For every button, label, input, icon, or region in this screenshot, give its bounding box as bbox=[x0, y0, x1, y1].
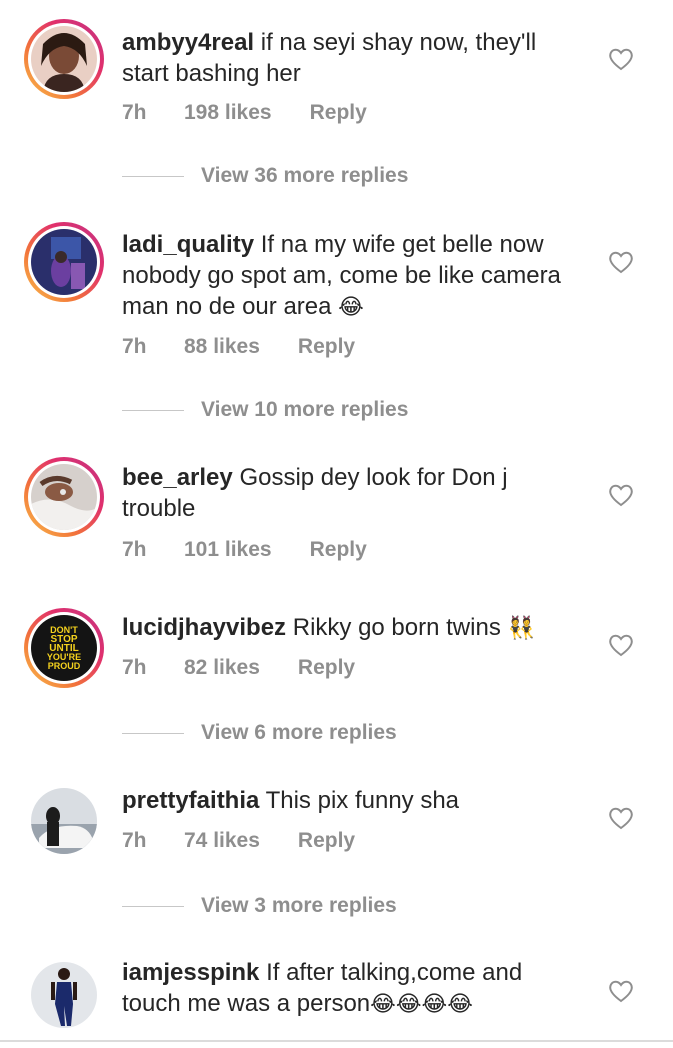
profile-photo-icon bbox=[31, 788, 97, 854]
heart-outline-icon[interactable] bbox=[608, 47, 634, 71]
profile-photo-icon bbox=[31, 962, 97, 1028]
reply-button[interactable]: Reply bbox=[298, 829, 355, 853]
avatar[interactable] bbox=[24, 19, 104, 99]
username[interactable]: iamjesspink bbox=[122, 959, 259, 986]
view-replies-button[interactable]: View 10 more replies bbox=[122, 398, 408, 422]
reply-button[interactable]: Reply bbox=[310, 101, 367, 125]
username[interactable]: ambyy4real bbox=[122, 29, 254, 56]
avatar[interactable]: DON'T STOP UNTIL YOU'RE PROUD bbox=[24, 608, 104, 688]
avatar[interactable] bbox=[24, 781, 104, 861]
avatar[interactable] bbox=[24, 222, 104, 302]
divider bbox=[122, 905, 184, 907]
dancers-emoji: 👯 bbox=[507, 615, 535, 640]
avatar-text: PROUD bbox=[47, 660, 81, 671]
username[interactable]: ladi_quality bbox=[122, 231, 254, 258]
heart-outline-icon[interactable] bbox=[608, 979, 634, 1003]
reply-button[interactable]: Reply bbox=[310, 538, 367, 562]
reply-button[interactable]: Reply bbox=[298, 656, 355, 680]
comment-time: 7h bbox=[122, 656, 147, 679]
laughing-emoji: 😂 bbox=[338, 294, 364, 319]
view-replies-button[interactable]: View 6 more replies bbox=[122, 721, 397, 745]
like-count[interactable]: 88 likes bbox=[184, 335, 260, 359]
divider bbox=[122, 732, 184, 734]
comment-time: 7h bbox=[122, 335, 147, 358]
view-replies-button[interactable]: View 36 more replies bbox=[122, 164, 408, 188]
heart-outline-icon[interactable] bbox=[608, 250, 634, 274]
heart-outline-icon[interactable] bbox=[608, 483, 634, 507]
heart-outline-icon[interactable] bbox=[608, 806, 634, 830]
avatar[interactable] bbox=[24, 457, 104, 537]
view-replies-button[interactable]: View 3 more replies bbox=[122, 894, 397, 918]
heart-outline-icon[interactable] bbox=[608, 633, 634, 657]
like-count[interactable]: 74 likes bbox=[184, 829, 260, 853]
profile-photo-icon bbox=[31, 26, 97, 92]
comment-time: 7h bbox=[122, 829, 147, 852]
divider bbox=[0, 1040, 673, 1042]
divider bbox=[122, 175, 184, 177]
like-count[interactable]: 101 likes bbox=[184, 538, 272, 562]
comment-text: This pix funny sha bbox=[265, 787, 460, 814]
divider bbox=[122, 409, 184, 411]
profile-photo-icon bbox=[31, 464, 97, 530]
username[interactable]: prettyfaithia bbox=[122, 787, 259, 814]
avatar[interactable] bbox=[24, 955, 104, 1035]
reply-button[interactable]: Reply bbox=[298, 335, 355, 359]
username[interactable]: lucidjhayvibez bbox=[122, 614, 286, 641]
username[interactable]: bee_arley bbox=[122, 464, 233, 491]
like-count[interactable]: 198 likes bbox=[184, 101, 272, 125]
like-count[interactable]: 82 likes bbox=[184, 656, 260, 680]
profile-photo-icon bbox=[31, 229, 97, 295]
comment-text: Rikky go born twins bbox=[292, 614, 501, 641]
laughing-emoji: 😂😂😂😂 bbox=[370, 991, 473, 1016]
comment-time: 7h bbox=[122, 538, 147, 561]
comment-time: 7h bbox=[122, 101, 147, 124]
